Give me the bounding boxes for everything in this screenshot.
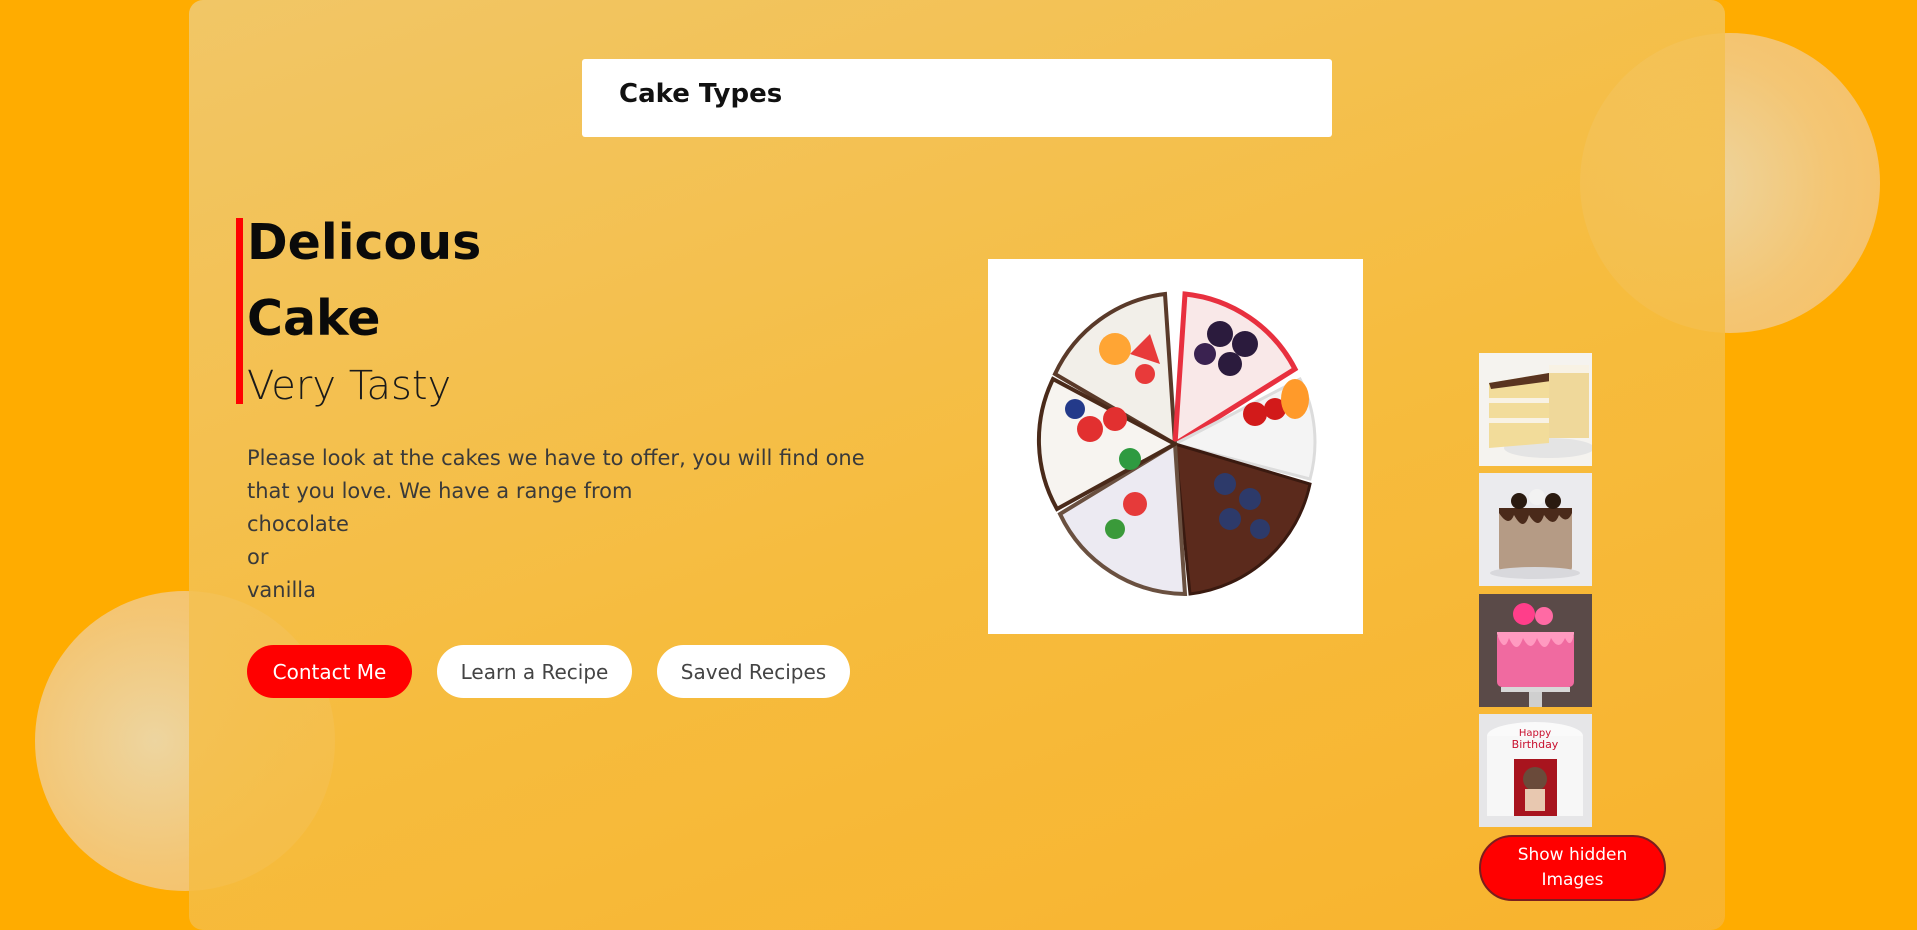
contact-me-button[interactable]: Contact Me	[247, 645, 412, 698]
thumbnail-birthday-cake[interactable]: Happy Birthday	[1479, 714, 1592, 827]
main-cake-image	[988, 259, 1363, 634]
description-line: Please look at the cakes we have to offe…	[247, 446, 865, 470]
show-hidden-images-label: Show hidden Images	[1517, 845, 1628, 890]
svg-text:Birthday: Birthday	[1512, 738, 1559, 751]
hero-description: Please look at the cakes we have to offe…	[247, 442, 887, 607]
description-line: that you love. We have a range from	[247, 479, 633, 503]
description-line: or	[247, 545, 269, 569]
hero-subtitle: Very Tasty	[247, 363, 452, 409]
thumbnail-chocolate-cake[interactable]	[1479, 473, 1592, 586]
page-title: Cake Types	[619, 79, 783, 109]
description-line: vanilla	[247, 578, 316, 602]
saved-recipes-button[interactable]: Saved Recipes	[657, 645, 850, 698]
show-hidden-images-button[interactable]: Show hidden Images	[1479, 835, 1666, 901]
thumbnail-vanilla-cake[interactable]	[1479, 353, 1592, 466]
learn-recipe-button[interactable]: Learn a Recipe	[437, 645, 632, 698]
description-line: chocolate	[247, 512, 349, 536]
header-bar: Cake Types	[582, 59, 1332, 137]
hero-accent-bar	[236, 218, 243, 404]
thumbnail-pink-cake[interactable]	[1479, 594, 1592, 707]
hero-title-line2: Cake	[247, 290, 381, 347]
hero-title-line1: Delicous	[247, 214, 482, 271]
